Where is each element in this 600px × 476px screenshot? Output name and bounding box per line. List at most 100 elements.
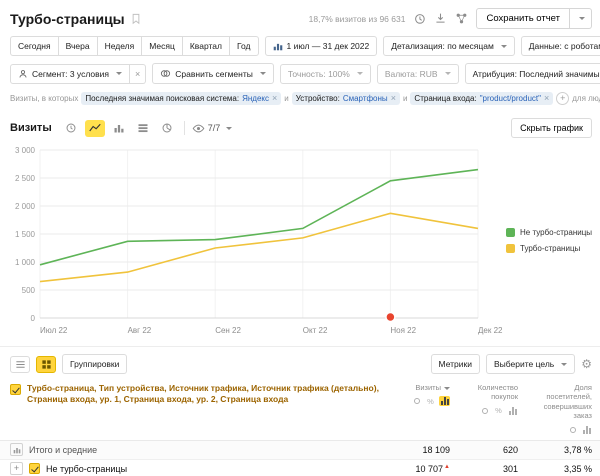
eye-icon <box>192 122 205 135</box>
chart-metric-title: Визиты <box>10 122 52 134</box>
bars-icon[interactable] <box>439 396 450 406</box>
hide-chart-button[interactable]: Скрыть график <box>511 118 592 138</box>
share-icon[interactable] <box>455 12 468 25</box>
download-icon[interactable] <box>434 12 447 25</box>
expand-row-icon[interactable] <box>10 462 23 475</box>
divider <box>184 121 185 135</box>
table-toolbar: Группировки Метрики Выберите цель <box>0 346 600 380</box>
bookmark-icon[interactable] <box>131 13 141 25</box>
remove-filter-icon[interactable] <box>544 95 549 102</box>
accuracy-select[interactable]: Точность: 100% <box>280 64 371 84</box>
filter-prefix: Визиты, в которых <box>10 94 78 103</box>
donut-icon[interactable] <box>411 396 422 406</box>
attribution-label: Атрибуция: Последний значимый переход <box>473 69 600 79</box>
purchases-value: 620 <box>462 445 518 455</box>
purchases-value: 301 <box>462 464 518 474</box>
chevron-down-icon <box>116 72 122 75</box>
date-range-button[interactable]: 1 июл — 31 дек 2022 <box>265 36 378 56</box>
filter-chip-search-system[interactable]: Последняя значимая поисковая система: Ян… <box>81 92 281 105</box>
x-axis-label: Сен 22 <box>215 326 241 335</box>
trend-up-icon: ▲ <box>444 464 450 470</box>
legend-label: Турбо-страницы <box>520 244 580 253</box>
period-yesterday[interactable]: Вчера <box>58 36 98 56</box>
accuracy-label: Точность: 100% <box>288 69 350 79</box>
goal-select[interactable]: Выберите цель <box>486 354 575 374</box>
share-value: 3,35 % <box>530 464 592 474</box>
chart-area: 05001 0001 5002 0002 5003 000Июл 22Авг 2… <box>0 140 600 342</box>
column-title[interactable]: Визиты <box>415 383 450 392</box>
save-report-dropdown[interactable] <box>570 8 592 29</box>
filter-chip-landing-page[interactable]: Страница входа: "product/product" <box>410 92 553 105</box>
x-axis-label: Ноя 22 <box>390 326 416 335</box>
segment-clear-icon[interactable] <box>130 64 146 84</box>
filter-chip-label: Страница входа: <box>414 94 476 103</box>
row-values: 10 707▲ 301 3,35 % <box>402 464 592 474</box>
add-visit-filter-icon[interactable] <box>556 92 569 105</box>
compare-icon <box>160 68 171 79</box>
groupings-button[interactable]: Группировки <box>62 354 127 374</box>
table-view-icon[interactable] <box>36 356 56 373</box>
chart-controls: Визиты 7/7 Скрыть график <box>0 111 600 140</box>
visible-series-select[interactable]: 7/7 <box>192 122 233 135</box>
time-view-icon[interactable] <box>61 120 81 137</box>
data-mode-select[interactable]: Данные: с роботами <box>521 36 600 56</box>
metrics-button[interactable]: Метрики <box>431 354 480 374</box>
remove-filter-icon[interactable] <box>272 95 277 102</box>
bar-chart-view-icon[interactable] <box>109 120 129 137</box>
gear-icon[interactable] <box>581 357 592 371</box>
period-year[interactable]: Год <box>229 36 259 56</box>
visits-value: 18 109 <box>402 445 450 455</box>
header-actions: 18,7% визитов из 96 631 Сохранить отчет <box>309 8 592 29</box>
table-row-totals: Итого и средние 18 109 620 3,78 % <box>0 441 600 460</box>
groupings-checkbox[interactable] <box>10 384 21 395</box>
period-button-group: Сегодня Вчера Неделя Месяц Квартал Год <box>10 36 259 56</box>
compare-segments-button[interactable]: Сравнить сегменты <box>152 63 274 84</box>
save-report-button[interactable]: Сохранить отчет <box>476 8 570 29</box>
currency-select[interactable]: Валюта: RUB <box>377 64 459 84</box>
filter-joiner: и <box>403 94 407 103</box>
percent-icon[interactable] <box>425 396 436 406</box>
stacked-view-icon[interactable] <box>133 120 153 137</box>
donut-icon[interactable] <box>479 406 490 416</box>
row-label[interactable]: Не турбо-страницы <box>46 464 127 474</box>
chart-toggle-icon[interactable] <box>10 443 23 456</box>
legend-item[interactable]: Не турбо-страницы <box>506 228 598 237</box>
bars-icon[interactable] <box>581 425 592 435</box>
chart-legend: Не турбо-страницы Турбо-страницы <box>506 142 598 342</box>
line-chart-view-icon[interactable] <box>85 120 105 137</box>
period-quarter[interactable]: Квартал <box>182 36 230 56</box>
donut-icon[interactable] <box>567 425 578 435</box>
filter-chip-label: Последняя значимая поисковая система: <box>85 94 239 103</box>
save-report-group: Сохранить отчет <box>476 8 592 29</box>
period-month[interactable]: Месяц <box>141 36 183 56</box>
legend-item[interactable]: Турбо-страницы <box>506 244 598 253</box>
row-checkbox[interactable] <box>29 463 40 474</box>
table-toolbar-right: Метрики Выберите цель <box>431 354 592 374</box>
column-purchases: Количество покупок <box>462 383 518 435</box>
bars-icon[interactable] <box>507 406 518 416</box>
chevron-down-icon <box>501 45 507 48</box>
chevron-down-icon <box>561 363 567 366</box>
attribution-select[interactable]: Атрибуция: Последний значимый переход КД <box>465 63 600 84</box>
filter-chip-device[interactable]: Устройство: Смартфоны <box>292 92 400 105</box>
percent-icon[interactable] <box>493 406 504 416</box>
compare-segments-label: Сравнить сегменты <box>175 69 253 79</box>
chart-annotation-dot[interactable] <box>386 313 395 322</box>
chevron-down-icon <box>579 17 585 20</box>
period-week[interactable]: Неделя <box>97 36 143 56</box>
display-mode-icons <box>411 396 450 406</box>
period-today[interactable]: Сегодня <box>10 36 59 56</box>
detail-select[interactable]: Детализация: по месяцам <box>383 36 515 56</box>
table-row-non-turbo: Не турбо-страницы 10 707▲ 301 3,35 % <box>0 460 600 476</box>
column-title[interactable]: Доля посетителей, совершивших заказ <box>530 383 592 421</box>
history-icon[interactable] <box>413 12 426 25</box>
x-axis-label: Июл 22 <box>40 326 68 335</box>
list-view-icon[interactable] <box>10 356 30 373</box>
segment-button[interactable]: Сегмент: 3 условия <box>10 64 130 84</box>
pie-chart-view-icon[interactable] <box>157 120 177 137</box>
remove-filter-icon[interactable] <box>391 95 396 102</box>
column-share: Доля посетителей, совершивших заказ <box>530 383 592 435</box>
visible-series-count: 7/7 <box>208 123 221 133</box>
column-headers: Визиты Количество покупок Доля посетител… <box>402 383 592 435</box>
column-title[interactable]: Количество покупок <box>462 383 518 402</box>
